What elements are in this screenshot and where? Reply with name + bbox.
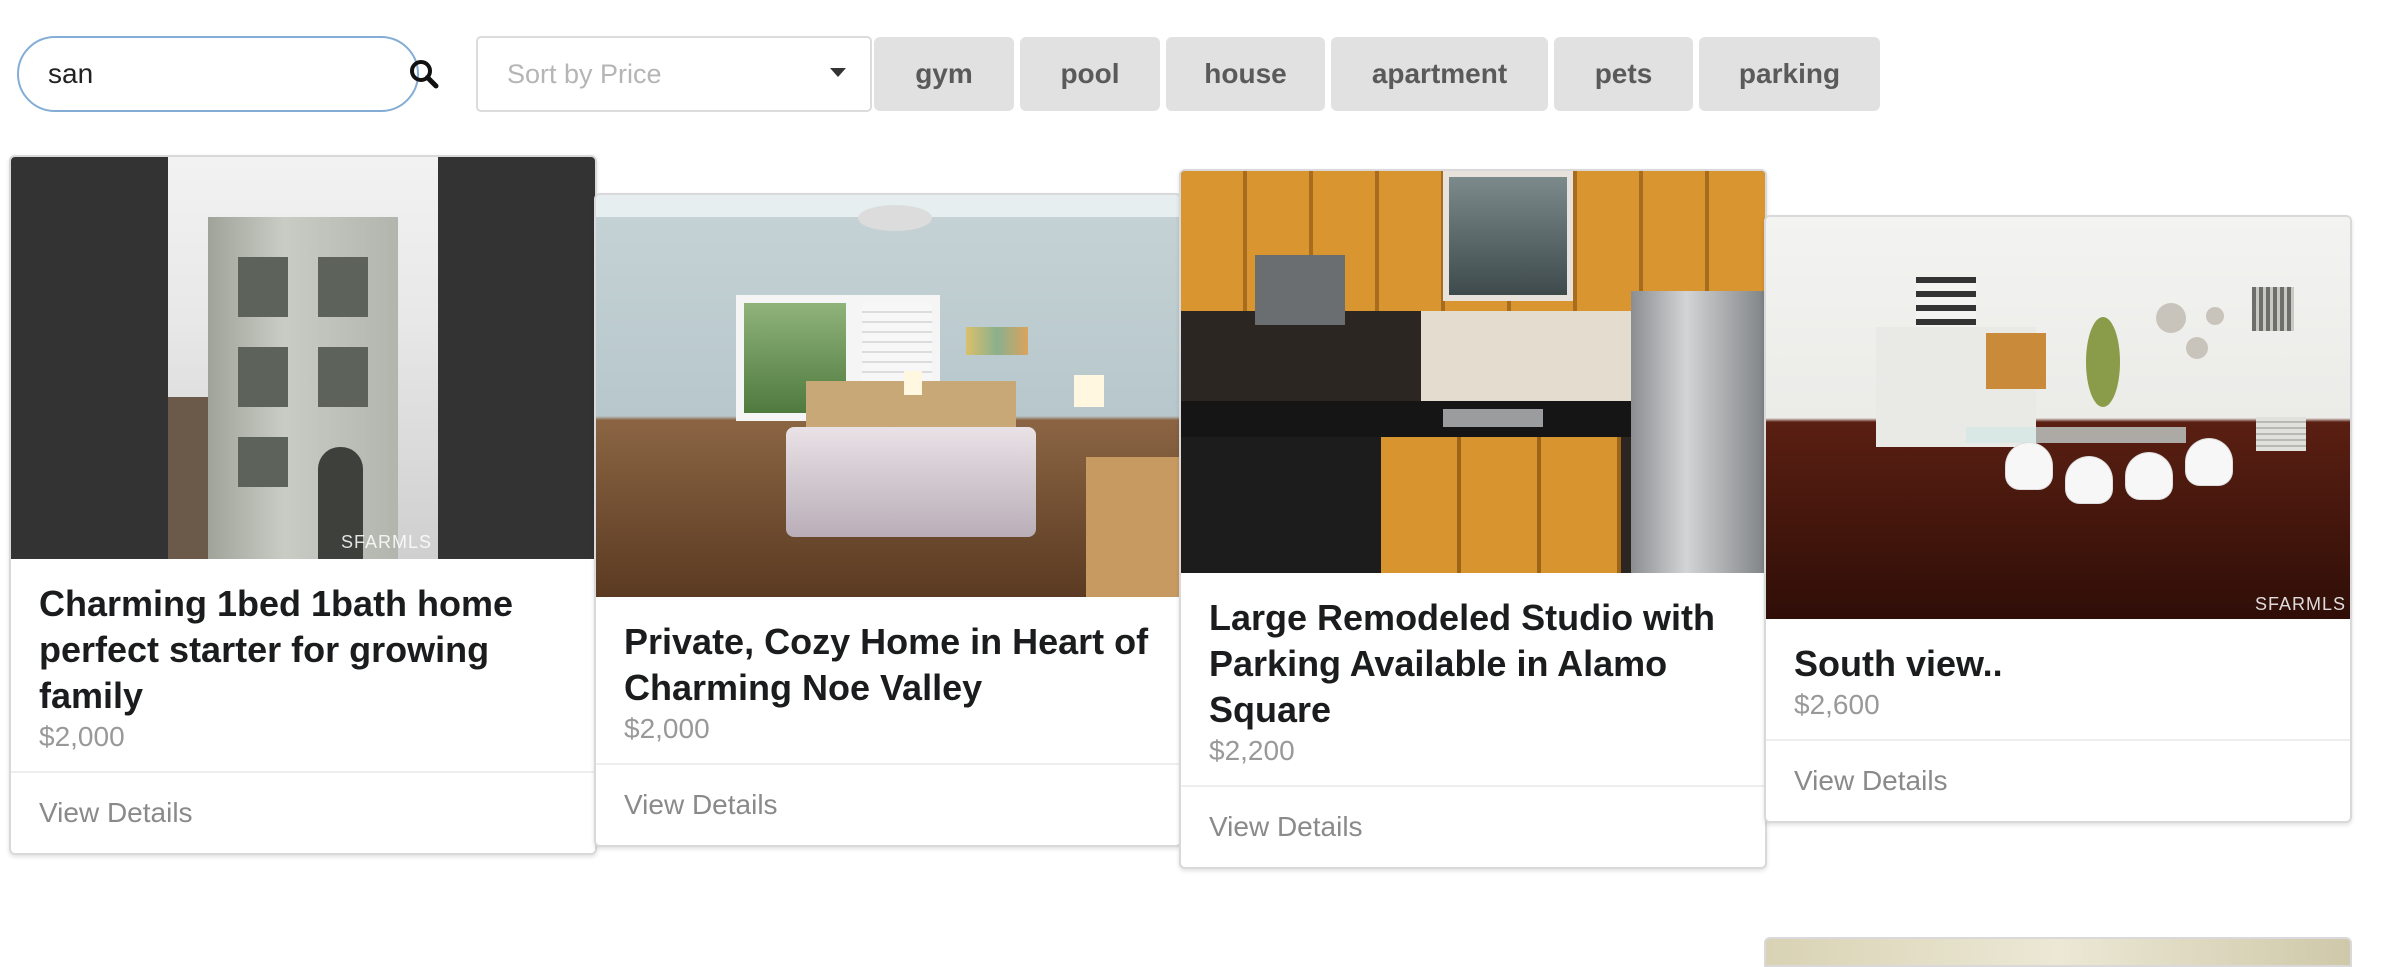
sort-placeholder: Sort by Price <box>507 58 662 89</box>
listing-card[interactable]: SFARMLS Charming 1bed 1bath home perfect… <box>9 155 597 855</box>
listing-card[interactable]: SFARMLS South view.. $2,600 View Details <box>1764 215 2352 823</box>
sort-dropdown[interactable]: Sort by Price <box>476 36 872 112</box>
view-details-link[interactable]: View Details <box>596 763 1180 845</box>
view-details-link[interactable]: View Details <box>1766 739 2350 821</box>
listing-price: $2,000 <box>39 721 125 752</box>
listing-price: $2,200 <box>1209 735 1295 766</box>
listing-title[interactable]: Charming 1bed 1bath home perfect starter… <box>39 581 567 719</box>
filter-chip-gym[interactable]: gym <box>874 37 1014 111</box>
photo-watermark: SFARMLS <box>340 532 432 552</box>
filter-chips: gym pool house apartment pets parking <box>874 37 1886 111</box>
filter-chip-apartment[interactable]: apartment <box>1331 37 1548 111</box>
listing-photo: SFARMLS <box>1766 217 2350 619</box>
view-details-link[interactable]: View Details <box>1181 785 1765 867</box>
photo-watermark: SFARMLS <box>2254 594 2346 614</box>
listing-price: $2,600 <box>1794 689 1880 720</box>
listing-card[interactable]: Large Remodeled Studio with Parking Avai… <box>1179 169 1767 869</box>
filter-chip-pets[interactable]: pets <box>1554 37 1693 111</box>
listing-photo <box>1181 171 1765 573</box>
caret-down-icon <box>830 65 846 83</box>
search-icon[interactable] <box>409 56 439 92</box>
search-box[interactable] <box>17 36 439 112</box>
listing-photo <box>596 195 1180 597</box>
listing-card-partial[interactable] <box>1764 937 2352 967</box>
filter-chip-parking[interactable]: parking <box>1699 37 1880 111</box>
listing-photo: SFARMLS <box>11 157 595 559</box>
listing-title[interactable]: Large Remodeled Studio with Parking Avai… <box>1209 595 1737 733</box>
listing-title[interactable]: Private, Cozy Home in Heart of Charming … <box>624 619 1152 711</box>
listing-title[interactable]: South view.. <box>1794 641 2322 687</box>
filter-chip-pool[interactable]: pool <box>1020 37 1160 111</box>
view-details-link[interactable]: View Details <box>11 771 595 853</box>
search-input[interactable] <box>48 58 409 90</box>
filter-chip-house[interactable]: house <box>1166 37 1325 111</box>
filter-toolbar: Sort by Price gym pool house apartment p… <box>17 36 1886 112</box>
listing-card[interactable]: Private, Cozy Home in Heart of Charming … <box>594 193 1182 847</box>
listing-price: $2,000 <box>624 713 710 744</box>
